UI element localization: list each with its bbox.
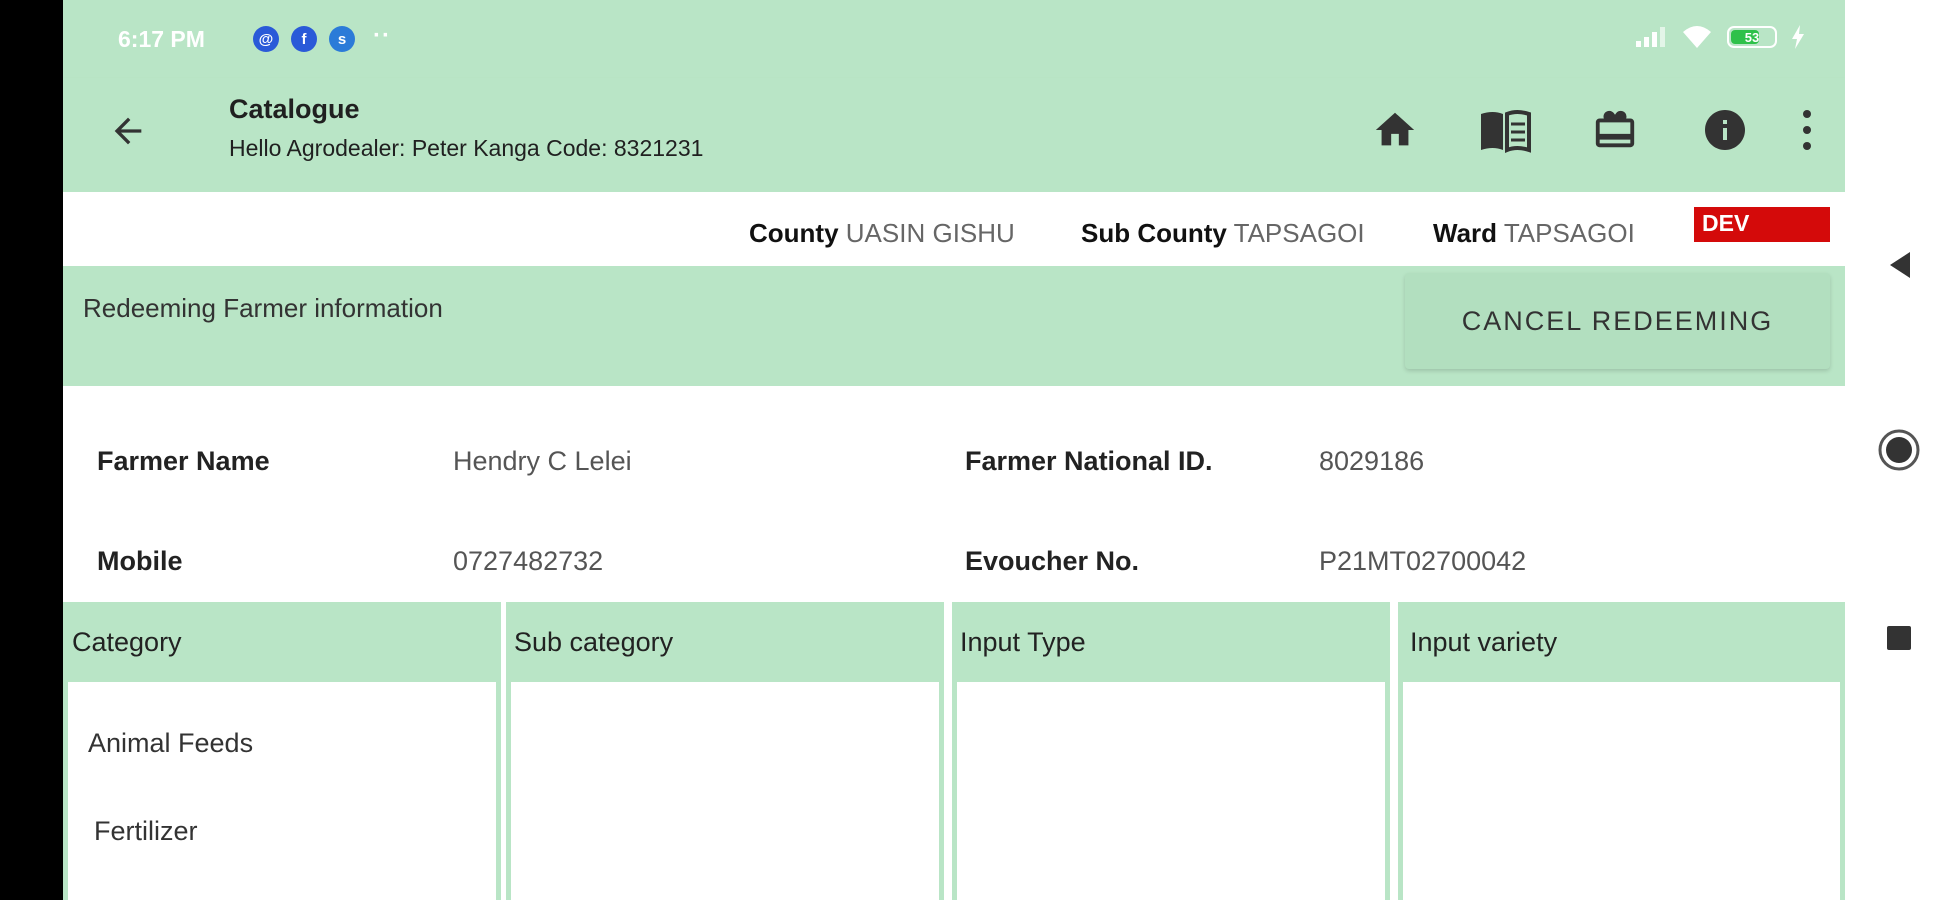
page-title: Catalogue bbox=[229, 94, 360, 124]
notification-icons: @ f s bbox=[253, 26, 355, 52]
catalogue-table: Category Animal Feeds Fertilizer Sub cat… bbox=[63, 602, 1845, 900]
nav-back-icon bbox=[1890, 252, 1910, 278]
agrodealer-greeting: Hello Agrodealer: Peter Kanga Code: 8321… bbox=[229, 135, 704, 161]
more-options-button[interactable] bbox=[1787, 101, 1827, 159]
column-header: Category bbox=[68, 602, 496, 682]
battery-level: 53 bbox=[1744, 29, 1760, 45]
mobile-value: 0727482732 bbox=[453, 546, 604, 576]
category-column: Category Animal Feeds Fertilizer bbox=[63, 602, 501, 900]
wifi-icon bbox=[1683, 26, 1711, 48]
catalogue-book-icon bbox=[1481, 110, 1531, 153]
county-value: UASIN GISHU bbox=[845, 218, 1015, 248]
status-bar: 6:17 PM @ f s ·· 53 bbox=[63, 0, 1845, 78]
system-indicators: 53 bbox=[1635, 24, 1805, 50]
battery-icon: 53 bbox=[1727, 26, 1777, 48]
back-arrow-icon bbox=[114, 117, 142, 145]
charging-icon bbox=[1792, 25, 1804, 49]
section-title: Redeeming Farmer information bbox=[83, 293, 443, 323]
notification-app-icon: @ bbox=[253, 26, 279, 52]
system-navigation-bar bbox=[1845, 0, 1953, 900]
input-type-column: Input Type bbox=[952, 602, 1390, 900]
nav-recents-button[interactable] bbox=[1845, 608, 1953, 668]
subcategory-column: Sub category bbox=[506, 602, 944, 900]
more-vert-icon bbox=[1803, 110, 1811, 150]
back-button[interactable] bbox=[103, 106, 153, 156]
nav-recents-icon bbox=[1887, 626, 1911, 650]
voucher-button[interactable] bbox=[1586, 101, 1644, 159]
notification-app-icon: f bbox=[291, 26, 317, 52]
column-header: Input Type bbox=[957, 602, 1385, 682]
farmer-id-label: Farmer National ID. bbox=[965, 446, 1213, 476]
info-button[interactable] bbox=[1696, 101, 1754, 159]
nav-home-button[interactable] bbox=[1845, 420, 1953, 480]
status-time: 6:17 PM bbox=[118, 26, 205, 52]
subcounty-value: TAPSAGOI bbox=[1233, 218, 1365, 248]
notification-app-icon: s bbox=[329, 26, 355, 52]
list-item[interactable]: Fertilizer bbox=[94, 816, 198, 847]
farmer-id-value: 8029186 bbox=[1319, 446, 1425, 476]
nav-home-icon bbox=[1878, 429, 1920, 471]
farmer-info-panel: Farmer Name Hendry C Lelei Farmer Nation… bbox=[63, 386, 1845, 602]
cancel-redeeming-button[interactable]: CANCEL REDEEMING bbox=[1405, 273, 1830, 369]
subcategory-header: Sub category bbox=[514, 627, 674, 657]
mobile-label: Mobile bbox=[97, 546, 183, 576]
evoucher-value: P21MT02700042 bbox=[1319, 546, 1527, 576]
redeeming-farmer-section: Redeeming Farmer information CANCEL REDE… bbox=[63, 266, 1845, 386]
farmer-name-value: Hendry C Lelei bbox=[453, 446, 632, 476]
app-screen: 6:17 PM @ f s ·· 53 Catalogue Hello Agro… bbox=[63, 0, 1845, 900]
ward-value: TAPSAGOI bbox=[1503, 218, 1635, 248]
home-icon bbox=[1375, 112, 1415, 146]
location-bar: County UASIN GISHU Sub County TAPSAGOI W… bbox=[63, 192, 1845, 266]
subcounty-info: Sub County TAPSAGOI bbox=[1081, 218, 1365, 249]
home-button[interactable] bbox=[1366, 101, 1424, 159]
status-more-icon: ·· bbox=[373, 22, 391, 49]
evoucher-label: Evoucher No. bbox=[965, 546, 1140, 576]
nav-back-button[interactable] bbox=[1845, 235, 1953, 295]
catalogue-button[interactable] bbox=[1476, 101, 1534, 159]
environment-badge: DEV bbox=[1694, 207, 1830, 242]
info-icon bbox=[1705, 110, 1745, 150]
app-toolbar: Catalogue Hello Agrodealer: Peter Kanga … bbox=[63, 78, 1845, 192]
signal-icon bbox=[1636, 27, 1665, 47]
county-label: County bbox=[749, 218, 839, 248]
category-header: Category bbox=[72, 627, 182, 657]
farmer-name-label: Farmer Name bbox=[97, 446, 270, 476]
subcounty-label: Sub County bbox=[1081, 218, 1227, 248]
county-info: County UASIN GISHU bbox=[749, 218, 1015, 249]
list-item[interactable]: Animal Feeds bbox=[88, 728, 253, 759]
input-type-header: Input Type bbox=[960, 627, 1086, 657]
input-variety-column: Input variety bbox=[1398, 602, 1845, 900]
ward-label: Ward bbox=[1433, 218, 1498, 248]
column-header: Input variety bbox=[1403, 602, 1840, 682]
column-header: Sub category bbox=[511, 602, 939, 682]
voucher-icon bbox=[1595, 110, 1635, 148]
input-variety-header: Input variety bbox=[1410, 627, 1558, 657]
ward-info: Ward TAPSAGOI bbox=[1433, 218, 1635, 249]
